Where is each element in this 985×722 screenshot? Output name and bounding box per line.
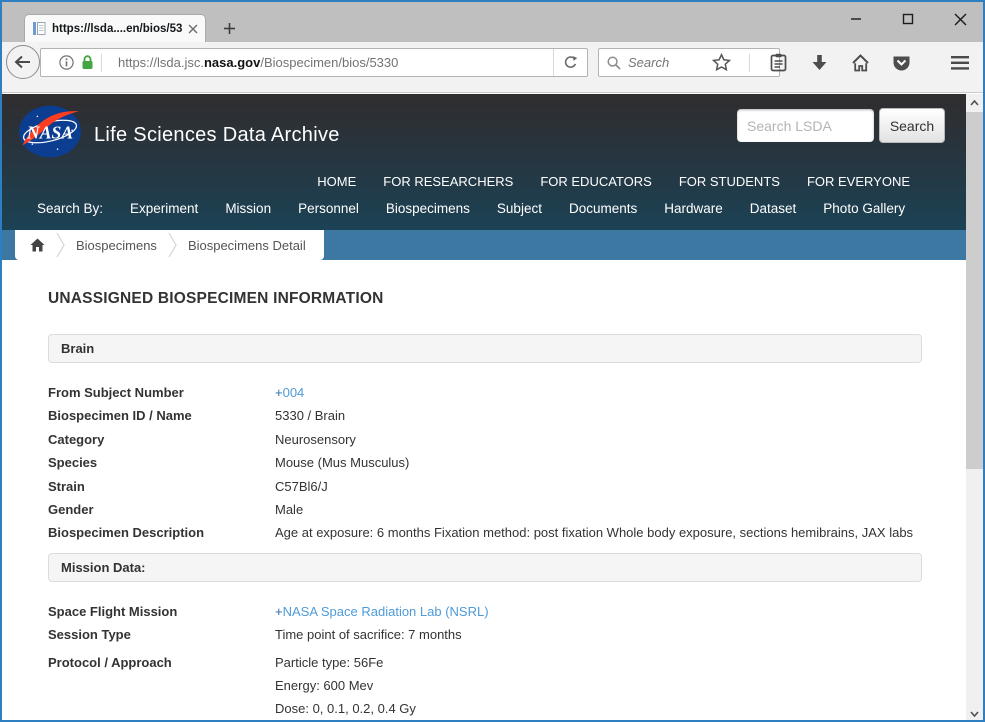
nav-home[interactable]: HOME (317, 174, 356, 189)
field-value: Age at exposure: 6 months Fixation metho… (275, 525, 913, 540)
primary-nav: HOME FOR RESEARCHERS FOR EDUCATORS FOR S… (317, 174, 910, 189)
bookmark-star-icon[interactable] (708, 50, 734, 76)
site-header: NASA Life Sciences Data Archive Search H… (2, 94, 966, 230)
site-title: Life Sciences Data Archive (94, 124, 340, 147)
mission-link[interactable]: +NASA Space Radiation Lab (NSRL) (275, 604, 489, 619)
browser-tab[interactable]: https://lsda....en/bios/5330 (24, 14, 206, 42)
field-label: Space Flight Mission (48, 604, 275, 619)
detail-row: From Subject Number +004 (48, 385, 922, 400)
detail-row: Protocol / Approach Particle type: 56Fe … (48, 651, 922, 721)
close-button[interactable] (945, 6, 975, 32)
breadcrumb-home-icon[interactable] (30, 238, 45, 252)
field-value: Particle type: 56Fe Energy: 600 Mev Dose… (275, 651, 416, 721)
field-value: 5330 / Brain (275, 408, 345, 423)
browser-window: https://lsda....en/bios/5330 (0, 0, 985, 722)
field-value: Male (275, 502, 303, 517)
detail-row: Category Neurosensory (48, 432, 922, 447)
field-value: C57Bl6/J (275, 479, 328, 494)
nav-mission[interactable]: Mission (225, 201, 271, 216)
new-tab-button[interactable] (218, 18, 240, 38)
detail-row: Strain C57Bl6/J (48, 479, 922, 494)
field-value: Mouse (Mus Musculus) (275, 455, 409, 470)
lsda-search-input[interactable] (737, 109, 874, 142)
lsda-search-button[interactable]: Search (879, 108, 945, 143)
minimize-button[interactable] (841, 6, 871, 32)
nav-for-researchers[interactable]: FOR RESEARCHERS (383, 174, 513, 189)
breadcrumb-separator-icon (56, 232, 65, 258)
detail-row: Biospecimen Description Age at exposure:… (48, 525, 922, 540)
tab-close-icon[interactable] (188, 24, 198, 34)
breadcrumb-separator-icon (168, 232, 177, 258)
scrollbar-thumb[interactable] (966, 112, 983, 469)
breadcrumb: Biospecimens Biospecimens Detail (15, 230, 324, 260)
field-label: Biospecimen ID / Name (48, 408, 275, 423)
field-label: Session Type (48, 627, 275, 642)
breadcrumb-biospecimens-detail[interactable]: Biospecimens Detail (188, 238, 306, 253)
navigation-toolbar: https://lsda.jsc.nasa.gov/Biospecimen/bi… (2, 42, 983, 93)
favicon-page-icon (32, 21, 46, 36)
tab-title: https://lsda....en/bios/5330 (52, 23, 182, 35)
specimen-panel-heading: Brain (48, 334, 922, 363)
field-label: From Subject Number (48, 385, 275, 400)
info-icon[interactable] (59, 55, 74, 70)
specimen-details: From Subject Number +004 Biospecimen ID … (48, 385, 922, 541)
detail-row: Session Type Time point of sacrifice: 7 … (48, 627, 922, 642)
lock-icon[interactable] (81, 55, 94, 70)
nasa-logo-icon[interactable]: NASA (18, 105, 82, 158)
svg-text:NASA: NASA (26, 122, 73, 142)
scroll-down-icon[interactable] (966, 705, 983, 722)
downloads-icon[interactable] (806, 50, 832, 76)
reload-icon[interactable] (553, 49, 587, 76)
search-icon (607, 56, 621, 70)
detail-row: Gender Male (48, 502, 922, 517)
field-label: Biospecimen Description (48, 525, 275, 540)
detail-row: Space Flight Mission +NASA Space Radiati… (48, 604, 922, 619)
back-button[interactable] (6, 45, 40, 79)
field-label: Gender (48, 502, 275, 517)
detail-row: Species Mouse (Mus Musculus) (48, 455, 922, 470)
field-label: Protocol / Approach (48, 651, 275, 721)
maximize-button[interactable] (893, 6, 923, 32)
pocket-icon[interactable] (888, 50, 914, 76)
field-value: Neurosensory (275, 432, 356, 447)
field-label: Category (48, 432, 275, 447)
url-text: https://lsda.jsc.nasa.gov/Biospecimen/bi… (110, 55, 553, 70)
nav-for-students[interactable]: FOR STUDENTS (679, 174, 780, 189)
breadcrumb-band: Biospecimens Biospecimens Detail (2, 230, 966, 260)
main-content: UNASSIGNED BIOSPECIMEN INFORMATION Brain… (2, 290, 966, 721)
titlebar: https://lsda....en/bios/5330 (2, 2, 983, 42)
scrollbar[interactable] (966, 94, 983, 722)
nav-experiment[interactable]: Experiment (130, 201, 198, 216)
mission-details: Space Flight Mission +NASA Space Radiati… (48, 604, 922, 721)
nav-for-everyone[interactable]: FOR EVERYONE (807, 174, 910, 189)
page-title: UNASSIGNED BIOSPECIMEN INFORMATION (48, 290, 922, 308)
nav-personnel[interactable]: Personnel (298, 201, 359, 216)
mission-panel-heading: Mission Data: (48, 553, 922, 582)
url-bar[interactable]: https://lsda.jsc.nasa.gov/Biospecimen/bi… (40, 48, 588, 77)
scroll-up-icon[interactable] (966, 94, 983, 111)
field-label: Strain (48, 479, 275, 494)
nav-documents[interactable]: Documents (569, 201, 637, 216)
menu-icon[interactable] (947, 50, 973, 76)
nav-photo-gallery[interactable]: Photo Gallery (823, 201, 905, 216)
nav-dataset[interactable]: Dataset (750, 201, 797, 216)
nav-biospecimens[interactable]: Biospecimens (386, 201, 470, 216)
nav-subject[interactable]: Subject (497, 201, 542, 216)
field-label: Species (48, 455, 275, 470)
breadcrumb-biospecimens[interactable]: Biospecimens (76, 238, 157, 253)
field-value: Time point of sacrifice: 7 months (275, 627, 462, 642)
search-by-label: Search By: (37, 201, 103, 216)
nav-hardware[interactable]: Hardware (664, 201, 723, 216)
detail-row: Biospecimen ID / Name 5330 / Brain (48, 408, 922, 423)
search-by-nav: Search By: Experiment Mission Personnel … (37, 201, 905, 216)
subject-number-link[interactable]: +004 (275, 385, 304, 400)
reading-list-icon[interactable] (765, 50, 791, 76)
nav-for-educators[interactable]: FOR EDUCATORS (540, 174, 651, 189)
home-icon[interactable] (847, 50, 873, 76)
page-viewport: NASA Life Sciences Data Archive Search H… (2, 94, 966, 722)
